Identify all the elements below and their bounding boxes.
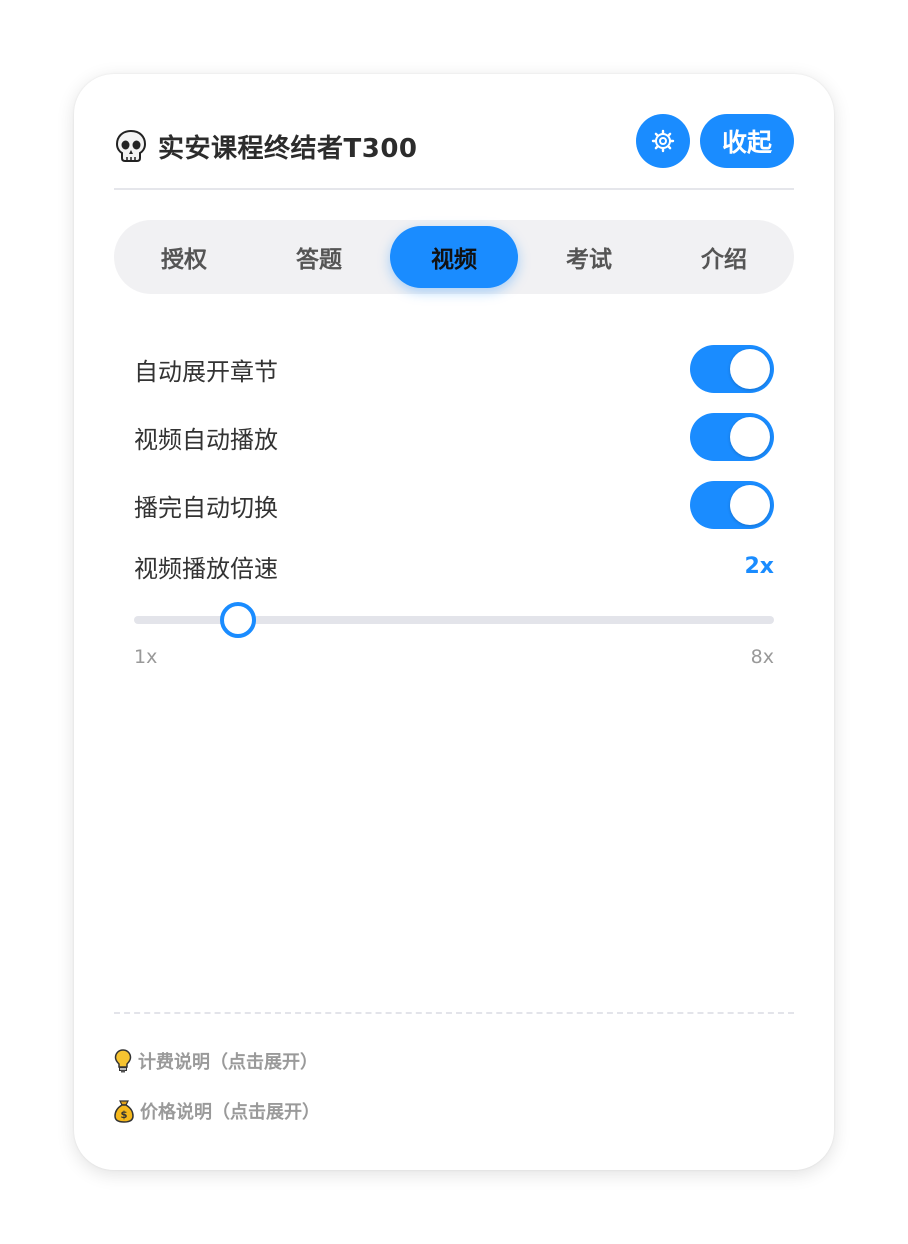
control-panel: 实安课程终结者T300 收起 授权 答题 视频 考试 介绍 自动展开章节 视频自… — [74, 74, 834, 1170]
price-note[interactable]: $ 价格说明（点击展开） — [114, 1096, 320, 1126]
setting-row-autoplay: 视频自动播放 — [134, 412, 774, 462]
panel-title: 实安课程终结者T300 — [158, 133, 418, 164]
tab-bar: 授权 答题 视频 考试 介绍 — [114, 220, 794, 294]
speed-value: 2x — [744, 553, 775, 579]
settings-button[interactable] — [636, 114, 690, 168]
auto-switch-toggle[interactable] — [690, 481, 774, 529]
setting-label: 播完自动切换 — [134, 493, 278, 522]
collapse-button[interactable]: 收起 — [700, 114, 794, 168]
tab-video[interactable]: 视频 — [390, 226, 518, 288]
speed-row: 视频播放倍速 2x — [134, 546, 774, 586]
setting-label: 视频自动播放 — [134, 425, 278, 454]
speed-max-label: 8x — [750, 646, 774, 668]
price-note-text: 价格说明（点击展开） — [140, 1102, 320, 1123]
panel-header: 实安课程终结者T300 收起 — [114, 114, 794, 190]
gear-icon — [651, 129, 675, 153]
tab-answer[interactable]: 答题 — [255, 226, 383, 288]
money-bag-icon: $ — [114, 1100, 134, 1123]
speed-label: 视频播放倍速 — [134, 554, 278, 583]
tab-auth[interactable]: 授权 — [120, 226, 248, 288]
billing-note-text: 计费说明（点击展开） — [138, 1052, 318, 1073]
speed-slider-handle[interactable] — [220, 602, 257, 638]
auto-expand-toggle[interactable] — [690, 345, 774, 393]
title-group: 实安课程终结者T300 — [114, 126, 418, 166]
tab-exam[interactable]: 考试 — [525, 226, 653, 288]
toggle-knob — [730, 417, 770, 457]
footer-divider — [114, 1012, 794, 1014]
speed-min-label: 1x — [134, 646, 158, 668]
setting-row-auto-expand: 自动展开章节 — [134, 344, 774, 394]
autoplay-toggle[interactable] — [690, 413, 774, 461]
setting-row-auto-switch: 播完自动切换 — [134, 480, 774, 530]
skull-icon — [115, 129, 147, 162]
lightbulb-icon — [114, 1049, 132, 1073]
billing-note[interactable]: 计费说明（点击展开） — [114, 1046, 318, 1076]
svg-text:$: $ — [121, 1110, 128, 1121]
toggle-knob — [730, 349, 770, 389]
tab-intro[interactable]: 介绍 — [660, 226, 788, 288]
toggle-knob — [730, 485, 770, 525]
setting-label: 自动展开章节 — [134, 357, 278, 386]
